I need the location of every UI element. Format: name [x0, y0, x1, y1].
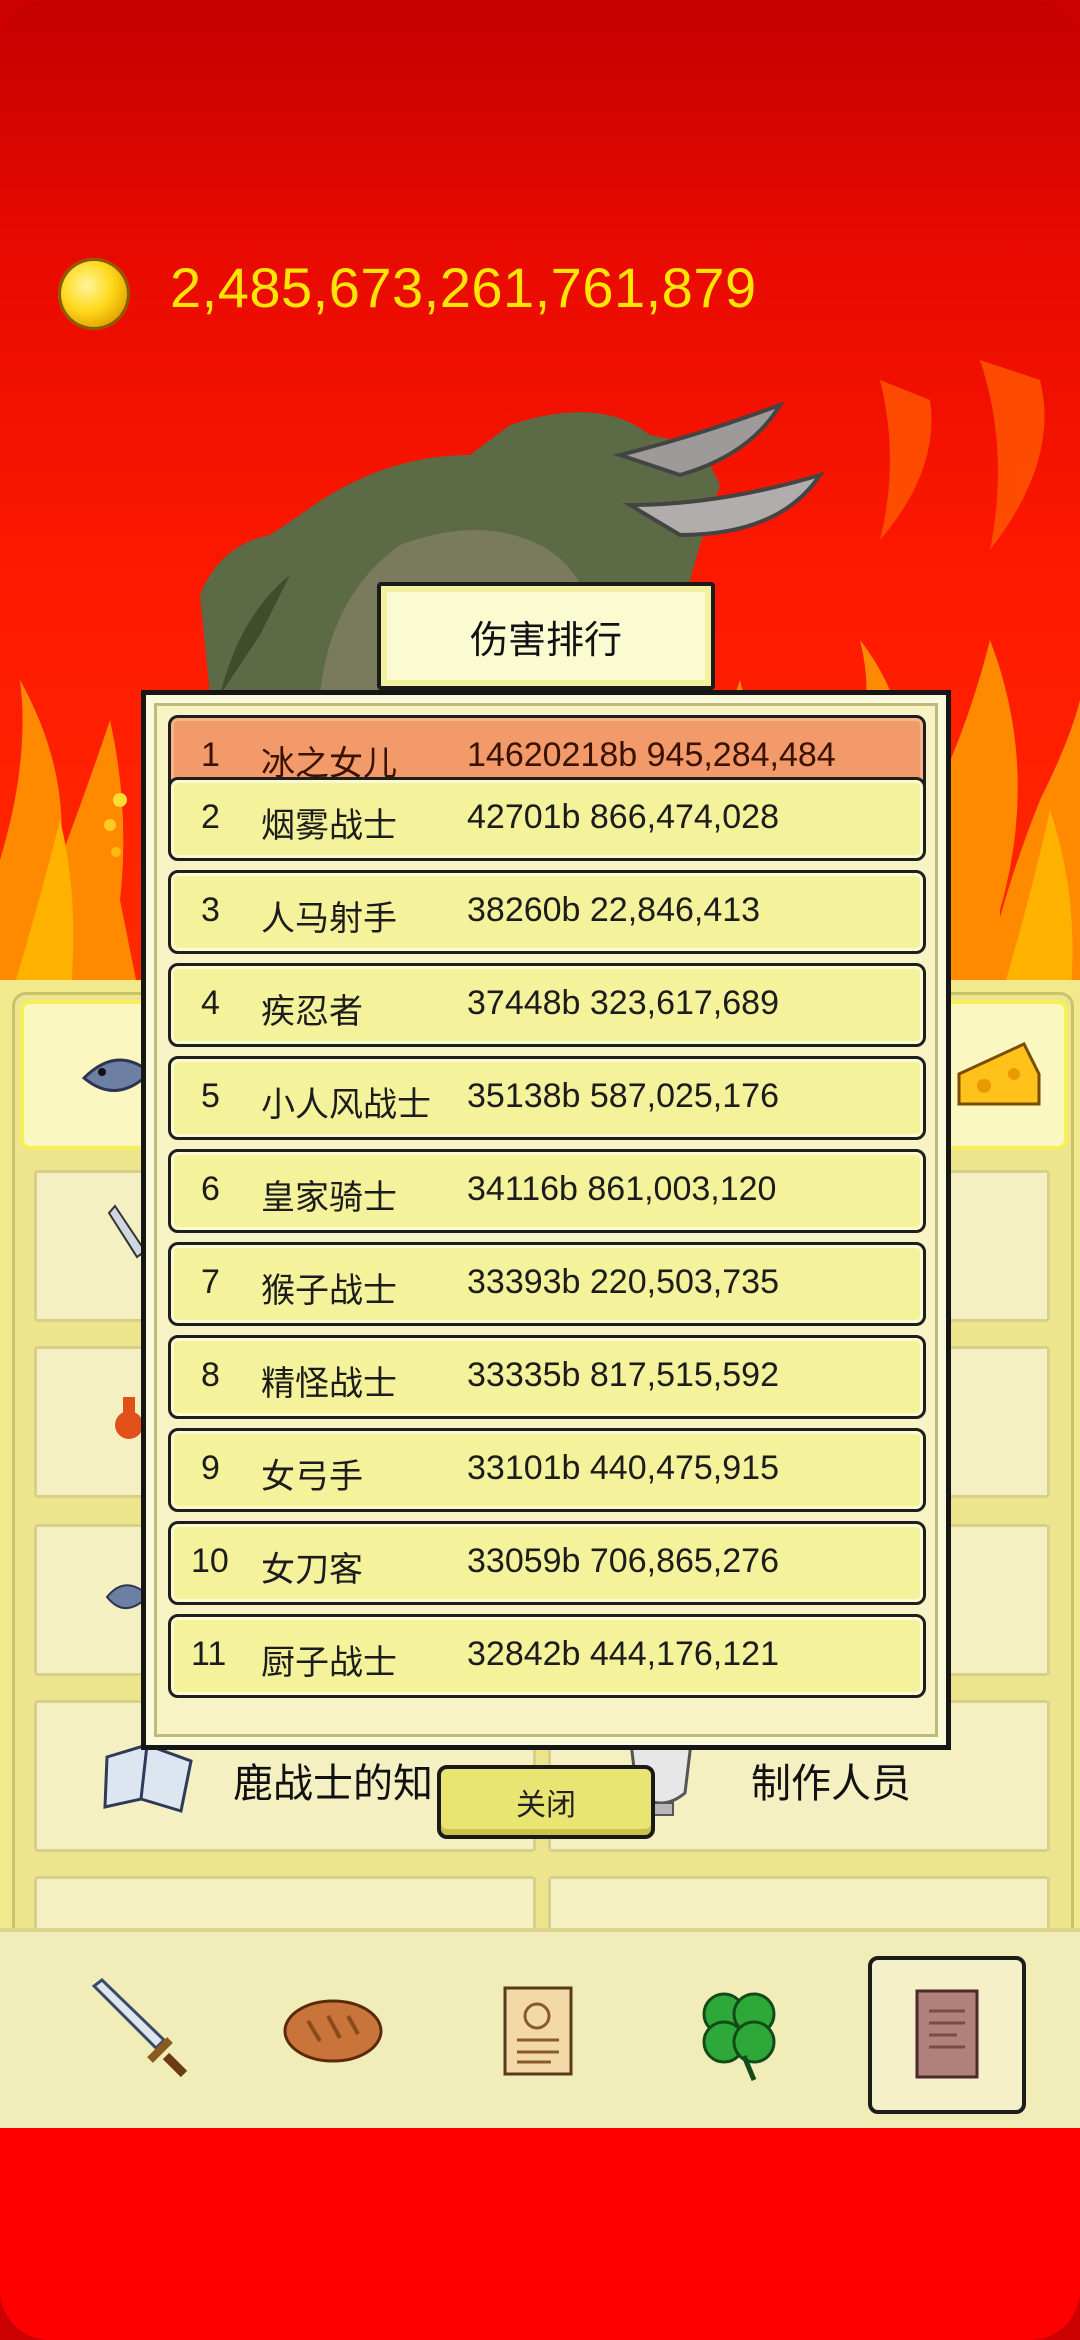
- rank-row-3[interactable]: 3 人马射手 38260b 22,846,413: [168, 870, 926, 954]
- hero-name: 烟雾战士: [261, 806, 397, 846]
- hero-name: 女弓手: [261, 1457, 363, 1497]
- damage-value: 32842b 444,176,121: [467, 1635, 779, 1673]
- damage-value: 37448b 323,617,689: [467, 984, 779, 1022]
- sparks: [104, 793, 127, 857]
- damage-value: 38260b 22,846,413: [467, 891, 761, 929]
- hero-name: 人马射手: [261, 899, 397, 939]
- rank-number: 2: [201, 798, 220, 836]
- rank-number: 8: [201, 1356, 220, 1394]
- menu-cell-right-1[interactable]: [934, 1170, 1050, 1322]
- rank-number: 7: [201, 1263, 220, 1301]
- rank-row-10[interactable]: 10 女刀客 33059b 706,865,276: [168, 1521, 926, 1605]
- menu-cell-left-1[interactable]: [34, 1170, 150, 1322]
- hero-name: 猴子战士: [261, 1271, 397, 1311]
- clover-icon: [702, 1992, 776, 2081]
- rank-number: 1: [201, 736, 220, 774]
- rank-number: 6: [201, 1170, 220, 1208]
- bread-icon: [283, 1999, 383, 2063]
- credits-label: 制作人员: [751, 1762, 911, 1806]
- menu-cell-left-2[interactable]: [34, 1346, 150, 1498]
- menu-cell-right-2[interactable]: [934, 1346, 1050, 1498]
- gold-coin-icon: [58, 258, 130, 330]
- book-icon: [915, 1989, 979, 2079]
- rank-row-2[interactable]: 2 烟雾战士 42701b 866,474,028: [168, 777, 926, 861]
- menu-cell-bottom-right[interactable]: [548, 1876, 1050, 1932]
- rank-row-8[interactable]: 8 精怪战士 33335b 817,515,592: [168, 1335, 926, 1419]
- modal-title: 伤害排行: [377, 582, 715, 690]
- rank-number: 3: [201, 891, 220, 929]
- rank-number: 9: [201, 1449, 220, 1487]
- damage-value: 14620218b 945,284,484: [467, 736, 836, 774]
- bottom-bar-background: [0, 2128, 1080, 2340]
- hero-name: 疾忍者: [261, 992, 363, 1032]
- nav-sword[interactable]: [64, 1956, 214, 2106]
- damage-value: 33101b 440,475,915: [467, 1449, 779, 1487]
- damage-value: 33393b 220,503,735: [467, 1263, 779, 1301]
- damage-value: 33059b 706,865,276: [467, 1542, 779, 1580]
- sword-icon: [91, 1978, 188, 2078]
- scroll-icon: [503, 1986, 573, 2076]
- hero-name: 厨子战士: [261, 1643, 397, 1683]
- gold-amount: 2,485,673,261,761,879: [170, 256, 757, 319]
- bottom-nav: [0, 1928, 1080, 2132]
- rank-number: 11: [191, 1635, 227, 1673]
- hero-name: 女刀客: [261, 1550, 363, 1590]
- rank-row-6[interactable]: 6 皇家骑士 34116b 861,003,120: [168, 1149, 926, 1233]
- rank-row-4[interactable]: 4 疾忍者 37448b 323,617,689: [168, 963, 926, 1047]
- damage-value: 33335b 817,515,592: [467, 1356, 779, 1394]
- nav-book[interactable]: [868, 1956, 1026, 2114]
- nav-scroll[interactable]: [462, 1956, 612, 2106]
- hero-name: 精怪战士: [261, 1364, 397, 1404]
- damage-value: 34116b 861,003,120: [467, 1170, 777, 1208]
- damage-value: 42701b 866,474,028: [467, 798, 779, 836]
- rank-number: 10: [191, 1542, 229, 1580]
- rank-number: 5: [201, 1077, 220, 1115]
- nav-bread[interactable]: [258, 1956, 408, 2106]
- nav-clover[interactable]: [664, 1956, 814, 2106]
- knowledge-label: 鹿战士的知: [233, 1762, 433, 1806]
- damage-ranking-modal: 1 冰之女儿 14620218b 945,284,484 2 烟雾战士 4270…: [141, 690, 951, 1750]
- menu-cell-bottom-left[interactable]: [34, 1876, 536, 1932]
- hero-name: 小人风战士: [261, 1085, 431, 1125]
- hero-name: 皇家骑士: [261, 1178, 397, 1218]
- rank-number: 4: [201, 984, 220, 1022]
- menu-cell-right-3[interactable]: [934, 1524, 1050, 1676]
- rank-row-9[interactable]: 9 女弓手 33101b 440,475,915: [168, 1428, 926, 1512]
- rank-row-11[interactable]: 11 厨子战士 32842b 444,176,121: [168, 1614, 926, 1698]
- menu-cell-left-3[interactable]: [34, 1524, 150, 1676]
- rank-row-7[interactable]: 7 猴子战士 33393b 220,503,735: [168, 1242, 926, 1326]
- close-button[interactable]: 关闭: [437, 1765, 655, 1839]
- damage-value: 35138b 587,025,176: [467, 1077, 779, 1115]
- rank-row-5[interactable]: 5 小人风战士 35138b 587,025,176: [168, 1056, 926, 1140]
- cheese-icon: [957, 1042, 1041, 1106]
